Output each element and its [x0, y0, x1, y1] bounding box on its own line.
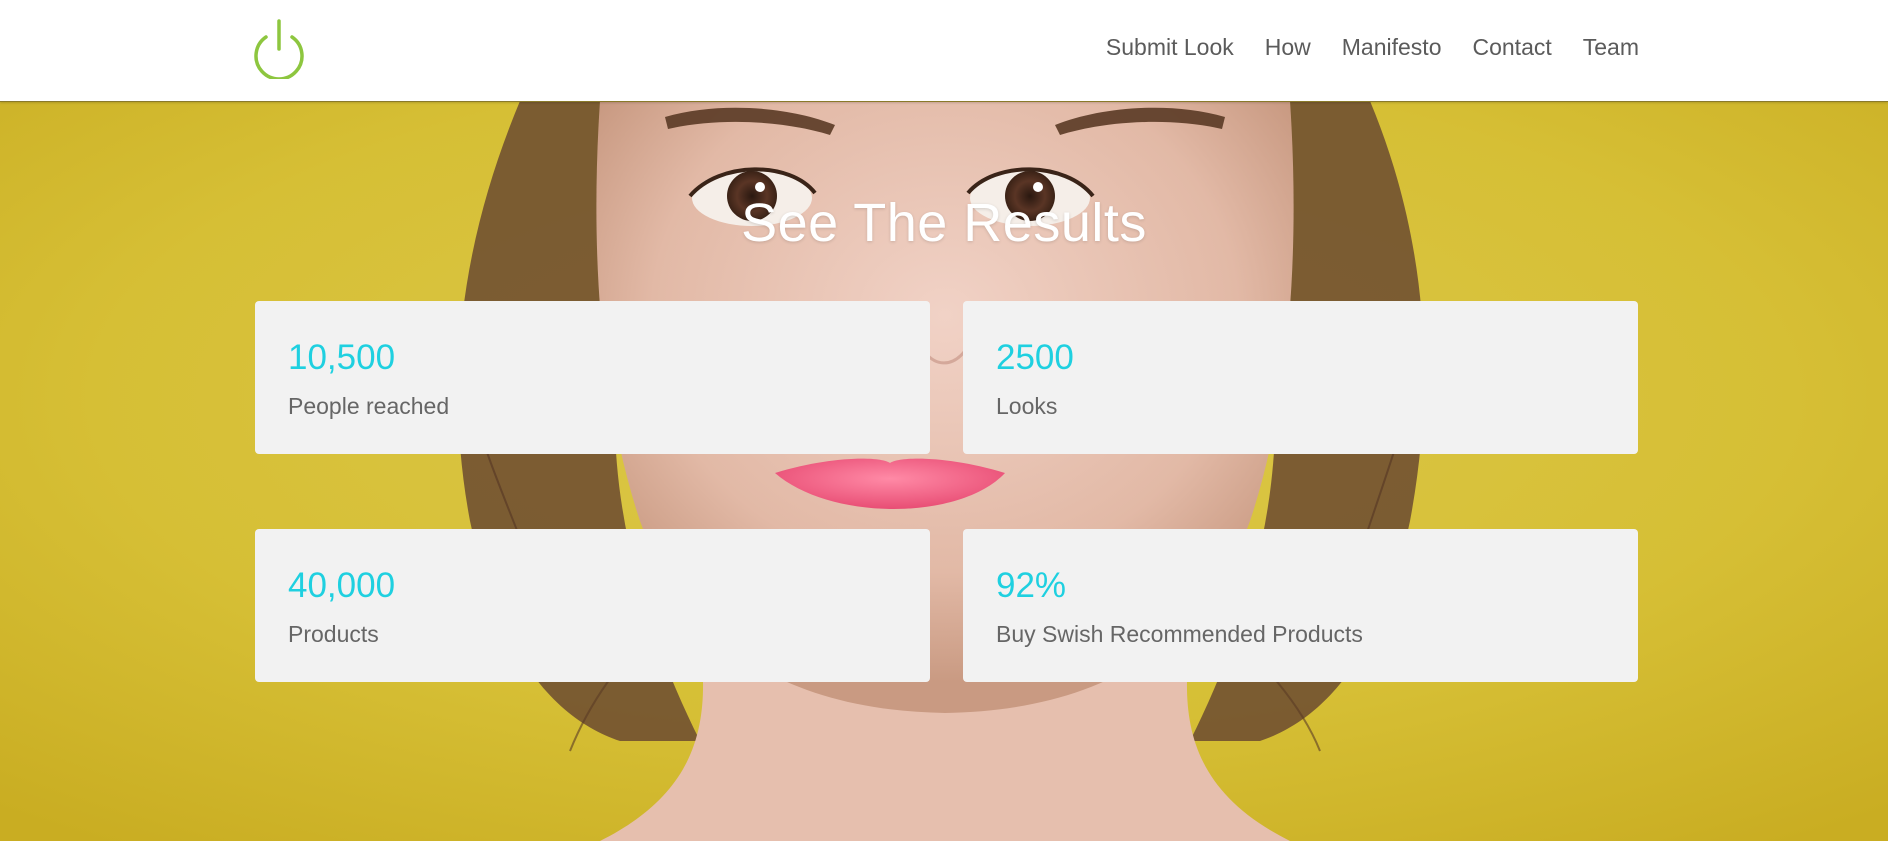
stat-value: 92%	[996, 566, 1067, 605]
stat-value: 2500	[996, 338, 1074, 377]
stat-card-people-reached: 10,500 People reached	[255, 301, 930, 454]
stat-label: Looks	[996, 393, 1058, 419]
nav-contact[interactable]: Contact	[1472, 34, 1551, 61]
section-title: See The Results	[741, 193, 1147, 253]
stat-label: Buy Swish Recommended Products	[996, 621, 1363, 647]
stat-card-buy-recommended: 92% Buy Swish Recommended Products	[963, 529, 1638, 682]
stat-value: 10,500	[288, 338, 396, 377]
nav-submit-look[interactable]: Submit Look	[1106, 34, 1234, 61]
page: Submit Look How Manifesto Contact Team S…	[0, 0, 1888, 841]
stat-card-looks: 2500 Looks	[963, 301, 1638, 454]
stat-label: People reached	[288, 393, 450, 419]
nav-how[interactable]: How	[1265, 34, 1311, 61]
power-icon[interactable]	[253, 19, 305, 81]
stat-label: Products	[288, 621, 379, 647]
site-header: Submit Look How Manifesto Contact Team	[0, 0, 1888, 102]
main-nav: Submit Look How Manifesto Contact Team	[1075, 34, 1639, 61]
stat-value: 40,000	[288, 566, 396, 605]
nav-team[interactable]: Team	[1583, 34, 1639, 61]
nav-manifesto[interactable]: Manifesto	[1342, 34, 1442, 61]
stat-card-products: 40,000 Products	[255, 529, 930, 682]
